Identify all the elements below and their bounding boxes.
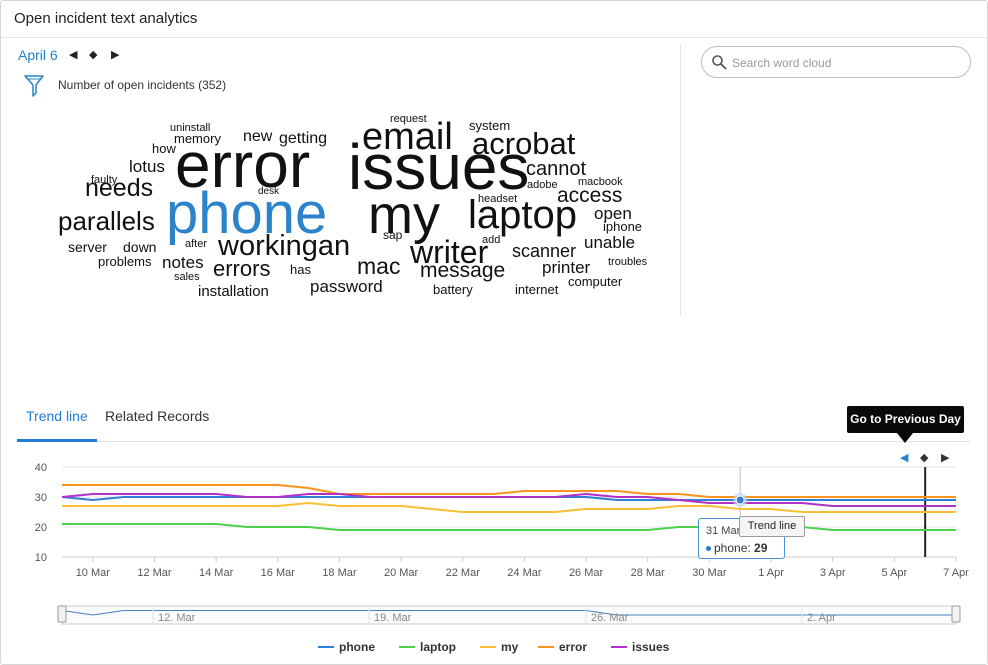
word-cloud-word[interactable]: mac <box>357 255 400 278</box>
word-cloud-word[interactable]: has <box>290 263 311 276</box>
word-cloud-word[interactable]: desk <box>258 187 279 197</box>
legend-swatch <box>538 646 554 648</box>
legend-label: laptop <box>420 640 456 654</box>
legend-item-phone[interactable]: phone <box>318 640 375 654</box>
word-cloud-word[interactable]: adobe <box>527 180 558 191</box>
legend-label: issues <box>632 640 670 654</box>
word-cloud-word[interactable]: how <box>152 142 176 155</box>
legend-item-laptop[interactable]: laptop <box>399 640 456 654</box>
word-cloud-word[interactable]: errors <box>213 258 270 280</box>
word-cloud-word[interactable]: add <box>482 235 500 246</box>
word-cloud-word[interactable]: access <box>557 185 622 206</box>
point-tooltip-value-row: phone: 29 <box>706 541 767 555</box>
word-cloud-word[interactable]: battery <box>433 283 473 296</box>
word-cloud-word[interactable]: problems <box>98 255 151 268</box>
legend-label: phone <box>339 640 375 654</box>
search-icon <box>712 55 727 70</box>
trend-line-mini-tooltip: Trend line <box>739 516 805 537</box>
word-cloud-word[interactable]: system <box>469 119 510 132</box>
legend-swatch <box>480 646 496 648</box>
trend-play-button[interactable]: ◆ <box>920 451 928 465</box>
chart-legend: phone laptop my error issues <box>0 640 988 658</box>
word-cloud-word[interactable]: down <box>123 240 156 254</box>
legend-swatch <box>318 646 334 648</box>
legend-label: my <box>501 640 519 654</box>
legend-swatch <box>611 646 627 648</box>
word-cloud-word[interactable]: new <box>243 129 272 145</box>
series-dot-icon <box>706 546 711 552</box>
word-cloud-word[interactable]: sap <box>383 229 402 241</box>
word-cloud-word[interactable]: uninstall <box>170 123 210 134</box>
word-cloud-word[interactable]: iphone <box>603 220 642 233</box>
previous-day-tooltip: Go to Previous Day <box>847 406 964 433</box>
word-cloud-word[interactable]: faulty <box>91 175 117 186</box>
word-cloud-word[interactable]: internet <box>515 283 558 296</box>
word-cloud-word[interactable]: password <box>310 278 383 295</box>
word-cloud-word[interactable]: macbook <box>578 177 623 188</box>
word-cloud: error issues phone my email acrobat laptop work… <box>0 0 680 320</box>
panel-divider <box>680 44 681 316</box>
word-cloud-word[interactable]: parallels <box>58 208 155 234</box>
point-tooltip-series: phone <box>714 541 748 555</box>
word-cloud-word[interactable]: sales <box>174 272 200 283</box>
word-cloud-word[interactable]: after <box>185 239 207 250</box>
word-cloud-word[interactable]: unable <box>584 234 635 251</box>
word-cloud-word[interactable]: computer <box>568 275 622 288</box>
active-tab-indicator <box>17 439 97 442</box>
legend-item-issues[interactable]: issues <box>611 640 669 654</box>
word-cloud-word[interactable]: message <box>420 260 505 281</box>
trend-next-day-button[interactable]: ▶ <box>941 451 949 465</box>
word-cloud-word[interactable]: headset <box>478 194 517 205</box>
search-word-cloud-input[interactable] <box>732 53 957 73</box>
tab-bar: Trend line Related Records <box>17 400 970 442</box>
word-cloud-word[interactable]: getting <box>279 131 327 147</box>
tooltip-arrow <box>897 433 913 443</box>
point-tooltip-value: 29 <box>754 541 768 555</box>
tab-related-records[interactable]: Related Records <box>105 408 209 424</box>
legend-item-error[interactable]: error <box>538 640 587 654</box>
legend-swatch <box>399 646 415 648</box>
word-cloud-word[interactable]: lotus <box>129 158 165 175</box>
word-cloud-word[interactable]: server <box>68 240 107 254</box>
point-tooltip-date: 31 Mar <box>706 525 741 537</box>
word-cloud-word[interactable]: notes <box>162 254 204 271</box>
tab-trend-line[interactable]: Trend line <box>26 408 88 424</box>
word-cloud-word[interactable]: installation <box>198 284 269 299</box>
legend-item-my[interactable]: my <box>480 640 518 654</box>
word-cloud-word[interactable]: troubles <box>608 257 647 268</box>
search-box[interactable] <box>701 46 971 78</box>
legend-label: error <box>559 640 588 654</box>
trend-prev-day-button[interactable]: ◀ <box>900 451 908 465</box>
word-cloud-word[interactable]: request <box>390 114 427 125</box>
